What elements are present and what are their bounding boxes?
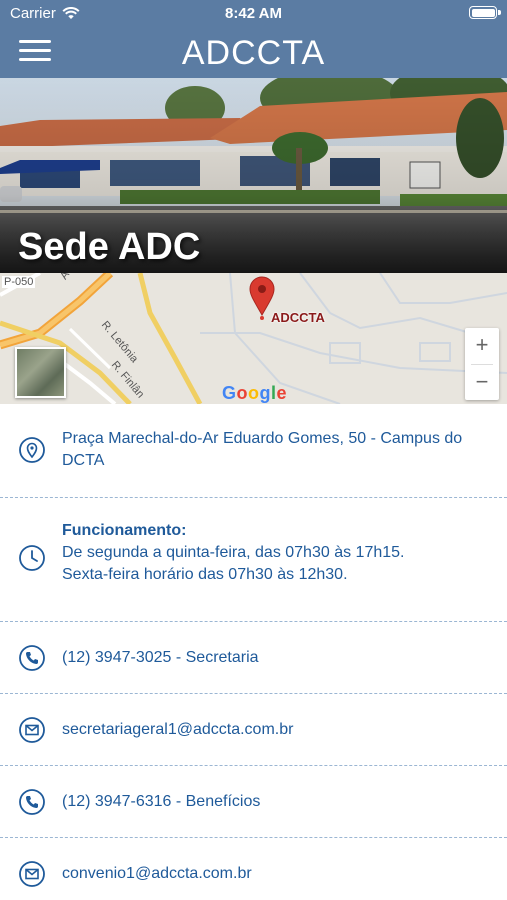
hours-line-1: De segunda a quinta-feira, das 07h30 às …: [62, 544, 405, 561]
hours-title: Funcionamento:: [62, 522, 187, 539]
hero-title: Sede ADC: [18, 226, 201, 268]
email-convenio-row[interactable]: convenio1@adccta.com.br: [0, 838, 507, 900]
location-pin-icon: [19, 437, 45, 463]
top-bar: Carrier 8:42 AM ADCCTA: [0, 0, 507, 78]
zoom-controls: + −: [465, 328, 499, 400]
phone-beneficios-row[interactable]: (12) 3947-6316 - Benefícios: [0, 766, 507, 838]
battery-icon: [469, 6, 501, 19]
phone-secretaria-row[interactable]: (12) 3947-3025 - Secretaria: [0, 622, 507, 694]
info-list: Praça Marechal-do-Ar Eduardo Gomes, 50 -…: [0, 404, 507, 900]
map-view[interactable]: P-050 Av R. Letônia R. Finlân ADCCTA Goo…: [0, 273, 507, 404]
hours-text-block: Funcionamento: De segunda a quinta-feira…: [62, 520, 477, 586]
email-secretaria-link[interactable]: secretariageral1@adccta.com.br: [62, 719, 477, 741]
map-road-label-p050: P-050: [2, 276, 36, 288]
navigation-bar: ADCCTA: [0, 28, 507, 78]
status-bar: Carrier 8:42 AM: [0, 0, 507, 28]
envelope-icon: [19, 861, 45, 887]
status-time: 8:42 AM: [225, 5, 282, 22]
address-row[interactable]: Praça Marechal-do-Ar Eduardo Gomes, 50 -…: [0, 404, 507, 498]
hours-line-2: Sexta-feira horário das 07h30 às 12h30.: [62, 566, 348, 583]
zoom-out-button[interactable]: −: [465, 365, 499, 401]
email-secretaria-row[interactable]: secretariageral1@adccta.com.br: [0, 694, 507, 766]
phone-secretaria-link[interactable]: (12) 3947-3025 - Secretaria: [62, 647, 477, 669]
email-convenio-link[interactable]: convenio1@adccta.com.br: [62, 863, 477, 885]
hero-photo: Sede ADC: [0, 78, 507, 273]
envelope-icon: [19, 717, 45, 743]
google-logo: Google: [222, 383, 288, 403]
phone-beneficios-link[interactable]: (12) 3947-6316 - Benefícios: [62, 791, 477, 813]
phone-icon: [19, 645, 45, 671]
satellite-toggle-button[interactable]: [15, 347, 66, 398]
hours-row: Funcionamento: De segunda a quinta-feira…: [0, 498, 507, 622]
page-title: ADCCTA: [181, 34, 326, 72]
clock-icon: [19, 545, 45, 571]
map-marker-label: ADCCTA: [271, 310, 325, 325]
zoom-in-button[interactable]: +: [465, 328, 499, 364]
phone-icon: [19, 789, 45, 815]
address-text: Praça Marechal-do-Ar Eduardo Gomes, 50 -…: [62, 430, 463, 469]
